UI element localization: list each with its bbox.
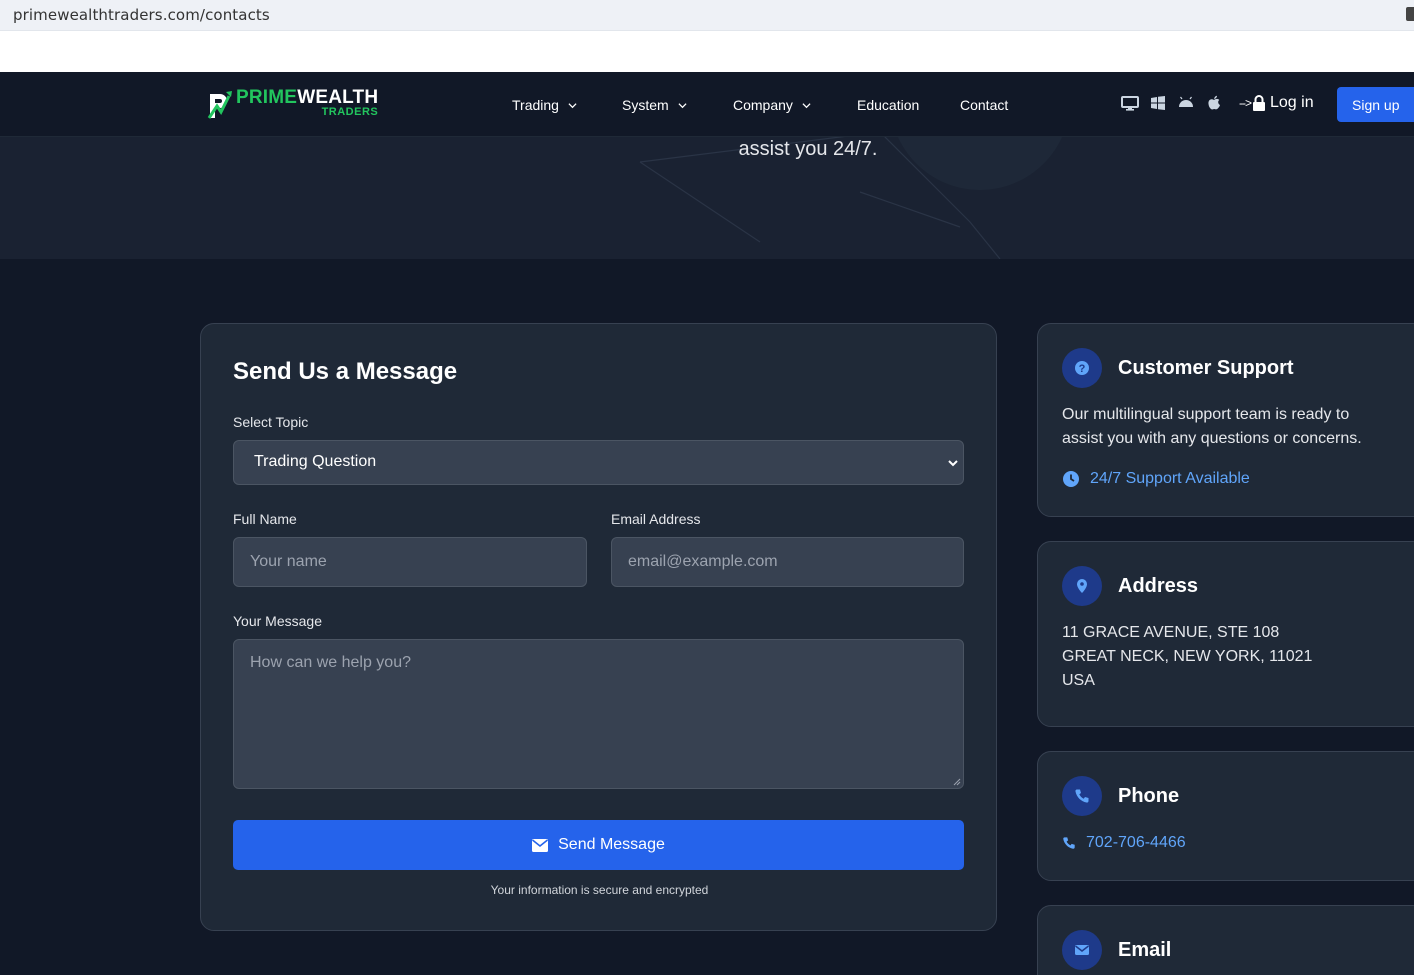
nav-item-label: System [622,97,669,113]
nav-item-label: Education [857,97,920,113]
contact-form-card: Send Us a Message Select Topic Trading Q… [200,323,997,931]
chevron-down-icon [948,460,958,467]
support-text-line2: assist you with any questions or concern… [1062,430,1362,447]
secure-note: Your information is secure and encrypted [490,883,709,897]
envelope-icon [532,838,549,852]
main-navbar: PRIMEWEALTH TRADERS Trading System Compa… [0,72,1414,137]
logo-wealth: WEALTH [297,87,379,108]
resize-grip-icon[interactable] [953,778,961,786]
send-message-button[interactable]: Send Message [233,820,964,870]
message-placeholder: How can we help you? [250,654,411,671]
address-line1: 11 GRACE AVENUE, STE 108 [1062,624,1280,641]
url-text[interactable]: primewealthtraders.com/contacts [13,6,270,24]
question-icon: ? [1062,348,1102,388]
nav-item-system[interactable]: System [622,97,687,113]
extension-icon[interactable] [1406,7,1414,21]
svg-text:?: ? [1079,363,1086,375]
browser-blank-strip [0,31,1414,72]
phone-number: 702-706-4466 [1086,834,1186,851]
android-icon[interactable] [1177,94,1195,112]
nav-item-education[interactable]: Education [857,97,919,113]
send-message-label: Send Message [558,836,665,853]
phone-number-link[interactable]: 702-706-4466 [1062,834,1186,852]
address-title: Address [1118,575,1199,597]
desktop-icon[interactable] [1121,94,1139,112]
lock-icon [1253,95,1265,111]
phone-title: Phone [1118,785,1180,807]
login-label: Log in [1270,94,1314,111]
signup-button[interactable]: Sign up [1337,87,1414,122]
support-availability: 24/7 Support Available [1062,470,1250,488]
chevron-down-icon [568,102,577,108]
map-pin-icon [1062,566,1102,606]
apple-icon[interactable] [1205,94,1223,112]
nav-item-label: Contact [960,97,1009,113]
phone-icon [1063,837,1075,849]
full-name-label: Full Name [233,511,297,527]
email-input[interactable]: email@example.com [611,537,964,587]
phone-icon [1062,776,1102,816]
envelope-icon [1062,930,1102,970]
full-name-input[interactable]: Your name [233,537,587,587]
logo-mark-icon [207,91,232,119]
address-line2: GREAT NECK, NEW YORK, 11021 [1062,648,1313,665]
address-line3: USA [1062,672,1095,689]
message-textarea[interactable]: How can we help you? [233,639,964,789]
login-link[interactable]: --> Log in [1239,94,1314,112]
nav-item-contact[interactable]: Contact [960,97,1008,113]
email-card: Email [1037,905,1414,975]
nav-item-label: Trading [512,97,559,113]
hero-tagline: assist you 24/7. [738,138,878,160]
phone-card: Phone 702-706-4466 [1037,751,1414,881]
email-title: Email [1118,939,1172,961]
support-title: Customer Support [1118,357,1294,379]
login-arrow: --> [1239,96,1252,110]
nav-item-label: Company [733,97,793,113]
topic-select-value: Trading Question [254,453,377,470]
support-availability-label: 24/7 Support Available [1090,470,1250,487]
topic-select[interactable]: Trading Question [233,440,964,485]
nav-item-company[interactable]: Company [733,97,811,113]
browser-address-bar[interactable]: primewealthtraders.com/contacts [0,0,1414,31]
clock-icon [1063,471,1079,487]
address-card: Address 11 GRACE AVENUE, STE 108 GREAT N… [1037,541,1414,727]
email-label: Email Address [611,511,701,527]
form-title: Send Us a Message [233,358,458,385]
windows-icon[interactable] [1149,94,1167,112]
topic-label: Select Topic [233,414,309,430]
nav-item-trading[interactable]: Trading [512,97,577,113]
message-label: Your Message [233,613,322,629]
support-text-line1: Our multilingual support team is ready t… [1062,406,1350,423]
brand-logo[interactable]: PRIMEWEALTH TRADERS [207,88,378,122]
chevron-down-icon [802,102,811,108]
customer-support-card: ? Customer Support Our multilingual supp… [1037,323,1414,517]
chevron-down-icon [678,102,687,108]
logo-traders: TRADERS [321,106,379,118]
logo-prime: PRIME [236,87,298,108]
